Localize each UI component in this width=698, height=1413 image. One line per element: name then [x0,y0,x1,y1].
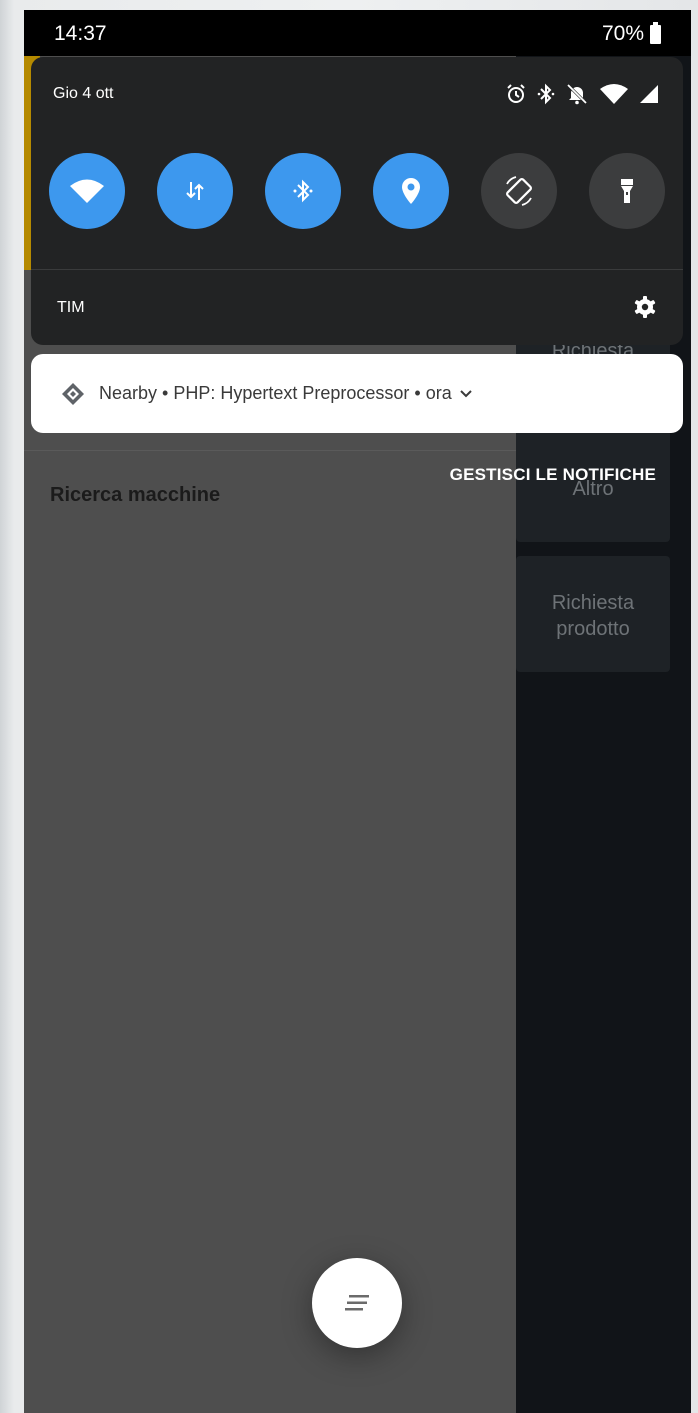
app-card-richiesta-prodotto[interactable]: Richiesta prodotto [516,556,670,672]
carrier-name: TIM [57,299,85,316]
app-divider [24,450,516,451]
status-time: 14:37 [54,22,107,45]
tile-auto-rotate[interactable] [481,153,557,229]
bluetooth-icon [537,83,555,105]
tile-location[interactable] [373,153,449,229]
status-bar: 14:37 70% [24,10,691,56]
settings-button[interactable] [633,295,657,324]
tile-bluetooth[interactable] [265,153,341,229]
notification-header: Nearby • PHP: Hypertext Preprocessor • o… [99,383,452,403]
flashlight-icon [621,179,633,203]
chevron-down-icon [460,389,472,397]
wifi-icon [70,179,104,203]
notification-nearby[interactable]: Nearby • PHP: Hypertext Preprocessor • o… [31,354,683,433]
menu-fab-button[interactable] [312,1258,402,1348]
qs-tiles [49,153,669,229]
expand-chevron-button[interactable] [460,389,472,398]
signal-icon [640,85,658,103]
battery-percent: 70% [601,22,644,45]
location-icon [402,178,420,204]
rotate-icon [506,176,532,206]
tile-flashlight[interactable] [589,153,665,229]
qs-status-icons [505,83,659,105]
quick-settings-panel: Gio 4 ott TIM [31,57,683,345]
status-battery: 70% [601,21,661,46]
tile-wifi[interactable] [49,153,125,229]
battery-icon [650,21,661,44]
manage-notifications-button[interactable]: GESTISCI LE NOTIFICHE [450,465,656,485]
bluetooth-icon [293,179,313,203]
gear-icon [634,296,656,318]
alarm-icon [507,84,525,103]
card-label-line1: Richiesta [551,592,635,614]
card-label-line2: prodotto [556,618,630,640]
menu-lines-icon [345,1295,369,1311]
tile-mobile-data[interactable] [157,153,233,229]
data-transfer-icon [186,182,204,200]
app-section-title: Ricerca macchine [50,484,221,506]
nearby-icon [61,382,85,406]
qs-date: Gio 4 ott [53,85,114,102]
silent-icon [566,83,588,105]
wifi-icon [600,84,628,104]
app-card-altro[interactable]: Altro [516,430,670,542]
phone-screen: Ricerca macchine Richiesta Altro Richies… [24,10,691,1413]
qs-divider [31,269,683,270]
